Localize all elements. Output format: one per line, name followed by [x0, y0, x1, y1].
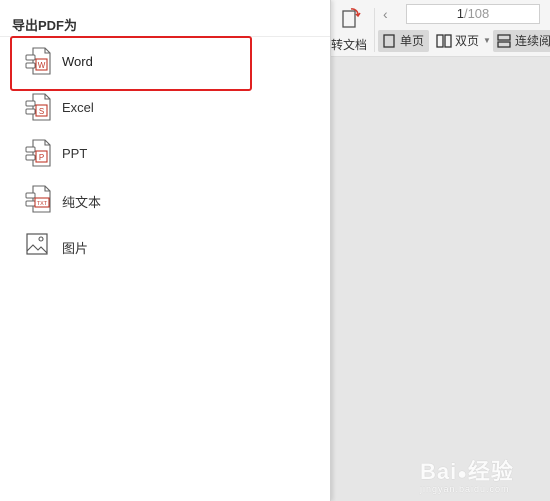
paw-icon: ●: [457, 466, 468, 483]
export-ppt-label: PPT: [62, 146, 88, 161]
svg-text:P: P: [39, 153, 44, 162]
export-ppt-item[interactable]: P PPT: [18, 134, 318, 174]
selection-highlight: [10, 36, 252, 91]
txt-file-icon: TXT: [25, 185, 51, 213]
page-total: /108: [463, 6, 490, 21]
single-page-icon: [383, 34, 395, 48]
baidu-watermark: Bai●经验 jingyan.baidu.com: [420, 454, 514, 494]
continuous-page-icon: [497, 34, 511, 48]
export-image-label: 图片: [62, 241, 89, 256]
export-text-item[interactable]: TXT 纯文本: [18, 180, 318, 220]
single-page-label: 单页: [400, 34, 425, 48]
svg-text:S: S: [39, 107, 44, 116]
export-excel-label: Excel: [62, 100, 94, 115]
continuous-read-label: 连续阅: [515, 34, 550, 48]
svg-text:TXT: TXT: [37, 201, 48, 207]
ppt-file-icon: P: [25, 139, 51, 167]
continuous-read-button[interactable]: 连续阅: [493, 30, 550, 52]
double-page-icon: [436, 34, 452, 48]
double-page-label: 双页: [455, 34, 480, 48]
watermark-text2: 经验: [467, 459, 514, 484]
toolbar-divider: [374, 8, 375, 52]
image-icon: [26, 233, 48, 255]
convert-doc-label: 转文档: [331, 38, 368, 52]
export-image-item[interactable]: 图片: [18, 226, 318, 266]
chevron-down-icon[interactable]: ▼: [483, 30, 491, 52]
double-page-button[interactable]: 双页 ▼: [433, 30, 491, 52]
export-pdf-panel: 导出PDF为 W Word S Excel P PPT TXT 纯文本 图片: [0, 0, 331, 501]
chevron-left-icon[interactable]: ‹: [383, 6, 388, 22]
export-text-label: 纯文本: [62, 195, 102, 210]
page-number-input[interactable]: 1/108: [406, 4, 540, 24]
convert-doc-icon: [342, 8, 361, 28]
panel-title: 导出PDF为: [12, 18, 78, 33]
single-page-button[interactable]: 单页: [378, 30, 429, 52]
watermark-text: Bai: [420, 459, 458, 484]
reader-toolbar: 转文档 ‹ 1/108 单页 双页 ▼ 连续阅: [331, 0, 550, 57]
page-current: 1: [456, 6, 464, 21]
convert-doc-button[interactable]: 转文档: [331, 2, 369, 52]
export-excel-item[interactable]: S Excel: [18, 88, 318, 128]
excel-file-icon: S: [25, 93, 51, 121]
watermark-sub: jingyan.baidu.com: [420, 484, 510, 494]
